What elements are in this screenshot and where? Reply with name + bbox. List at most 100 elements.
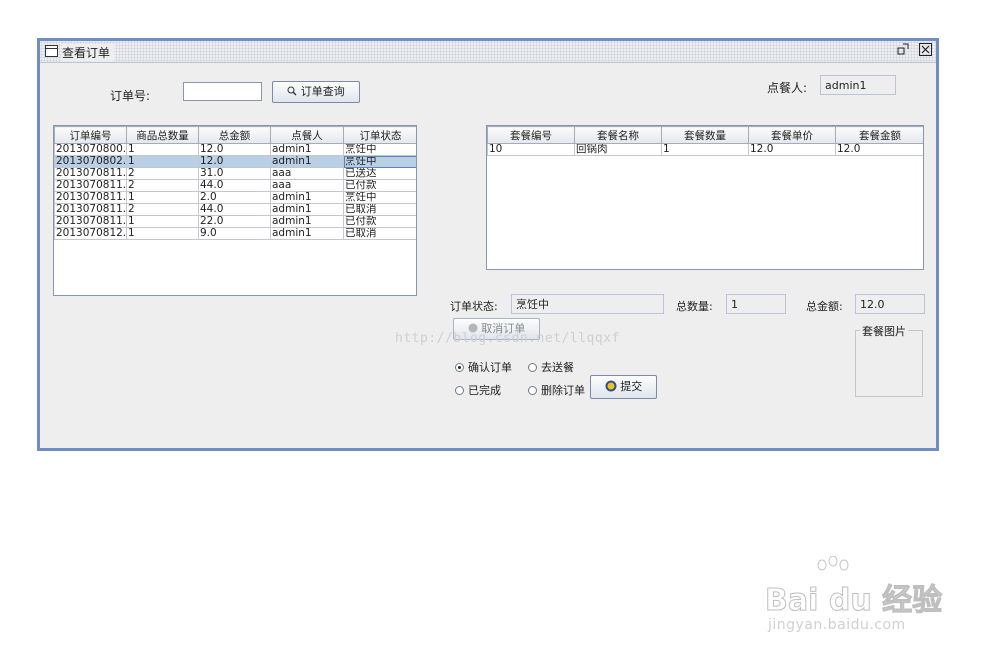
packages-table-container[interactable]: 套餐编号 套餐名称 套餐数量 套餐单价 套餐金额 10 回锅肉 1 12.0 12.0	[486, 125, 924, 270]
completed-radio[interactable]: 已完成	[455, 382, 501, 398]
order-window: 查看订单 订单号: 订单查询 点餐人: admin1 订单编号 商品总数量 总金…	[37, 38, 939, 451]
close-button[interactable]	[918, 43, 932, 57]
orders-table-container[interactable]: 订单编号 商品总数量 总金额 点餐人 订单状态 2013070800... 1 12…	[53, 125, 417, 296]
table-cell: 10	[487, 143, 575, 156]
column-header[interactable]: 套餐名称	[574, 126, 662, 144]
column-header[interactable]: 套餐数量	[661, 126, 749, 144]
package-image-group	[855, 330, 923, 397]
radio-icon	[528, 385, 537, 395]
radio-selected-icon	[455, 362, 464, 372]
table-row-selected[interactable]: 2013070802... 1 12.0 admin1 烹饪中	[54, 155, 416, 168]
column-header[interactable]: 总金额	[198, 126, 271, 144]
table-cell: 12.0	[198, 143, 271, 156]
table-cell: admin1	[270, 203, 344, 216]
table-cell: 2013070811...	[54, 179, 127, 192]
table-cell: 烹饪中	[343, 143, 416, 156]
column-header[interactable]: 商品总数量	[126, 126, 199, 144]
table-cell: 烹饪中	[343, 155, 416, 168]
table-row[interactable]: 2013070811... 2 44.0 aaa 已付款	[54, 179, 416, 192]
table-cell: 12.0	[748, 143, 836, 156]
table-cell: admin1	[270, 155, 344, 168]
table-cell: 12.0	[835, 143, 923, 156]
table-cell: admin1	[270, 143, 344, 156]
column-header[interactable]: 点餐人	[270, 126, 344, 144]
order-status-field: 烹饪中	[511, 294, 664, 314]
table-row[interactable]: 10 回锅肉 1 12.0 12.0	[487, 143, 923, 156]
baidu-site-text: jingyan.baidu.com	[768, 617, 906, 633]
watermark-text: http://blog.csdn.net/llqqxf	[395, 331, 620, 346]
delete-order-label: 删除订单	[541, 384, 585, 397]
table-cell: admin1	[270, 191, 344, 204]
table-row[interactable]: 2013070811... 1 2.0 admin1 烹饪中	[54, 191, 416, 204]
order-search-button[interactable]: 订单查询	[272, 81, 360, 103]
table-cell: 2	[126, 167, 199, 180]
table-cell: 已取消	[343, 203, 416, 216]
packages-table: 套餐编号 套餐名称 套餐数量 套餐单价 套餐金额 10 回锅肉 1 12.0 12.0	[487, 126, 923, 156]
table-cell: 1	[126, 227, 199, 240]
column-header[interactable]: 订单状态	[343, 126, 416, 144]
delete-order-radio[interactable]: 删除订单	[528, 382, 585, 398]
table-cell: admin1	[270, 227, 344, 240]
title-bar[interactable]: 查看订单	[40, 41, 936, 63]
table-cell: 2	[126, 179, 199, 192]
table-cell: 2.0	[198, 191, 271, 204]
package-image-label: 套餐图片	[860, 323, 908, 339]
completed-label: 已完成	[468, 384, 501, 397]
table-cell: 回锅肉	[574, 143, 662, 156]
table-cell: 44.0	[198, 203, 271, 216]
diner-field: admin1	[820, 75, 896, 95]
table-cell: 1	[661, 143, 749, 156]
total-amount-field: 12.0	[855, 294, 925, 314]
table-cell: 9.0	[198, 227, 271, 240]
table-row[interactable]: 2013070811... 1 22.0 admin1 已付款	[54, 215, 416, 228]
order-status-label: 订单状态:	[450, 300, 498, 313]
total-count-label: 总数量:	[676, 300, 713, 313]
column-header[interactable]: 套餐单价	[748, 126, 836, 144]
table-cell: 已付款	[343, 215, 416, 228]
table-cell: admin1	[270, 215, 344, 228]
table-cell: 2013070811...	[54, 203, 127, 216]
table-row[interactable]: 2013070811... 2 44.0 admin1 已取消	[54, 203, 416, 216]
table-cell: 31.0	[198, 167, 271, 180]
table-cell: 2	[126, 203, 199, 216]
order-search-label: 订单查询	[300, 85, 345, 98]
table-cell: 2013070812...	[54, 227, 127, 240]
column-header[interactable]: 套餐金额	[835, 126, 923, 144]
baidu-logo: Bai du 经验	[764, 583, 943, 619]
table-cell: aaa	[270, 167, 344, 180]
deliver-label: 去送餐	[541, 361, 574, 374]
packages-header-row: 套餐编号 套餐名称 套餐数量 套餐单价 套餐金额	[487, 126, 923, 144]
confirm-order-label: 确认订单	[468, 361, 512, 374]
table-cell: 22.0	[198, 215, 271, 228]
submit-icon	[605, 380, 617, 392]
confirm-order-radio[interactable]: 确认订单	[455, 359, 512, 375]
table-cell: 1	[126, 191, 199, 204]
column-header[interactable]: 套餐编号	[487, 126, 575, 144]
orders-header-row: 订单编号 商品总数量 总金额 点餐人 订单状态	[54, 126, 416, 144]
column-header[interactable]: 订单编号	[54, 126, 127, 144]
window-icon	[45, 45, 58, 57]
table-row[interactable]: 2013070811... 2 31.0 aaa 已送达	[54, 167, 416, 180]
restore-button[interactable]	[896, 43, 910, 57]
table-cell: 已取消	[343, 227, 416, 240]
close-icon	[918, 43, 932, 56]
total-amount-label: 总金额:	[806, 300, 843, 313]
orders-table: 订单编号 商品总数量 总金额 点餐人 订单状态 2013070800... 1 12…	[54, 126, 416, 240]
diner-label: 点餐人:	[767, 81, 808, 95]
table-cell: 2013070802...	[54, 155, 127, 168]
submit-button[interactable]: 提交	[590, 375, 657, 399]
submit-label: 提交	[620, 380, 643, 393]
table-cell: 已送达	[343, 167, 416, 180]
table-cell: 1	[126, 143, 199, 156]
table-cell: 2013070811...	[54, 191, 127, 204]
window-title: 查看订单	[62, 44, 115, 61]
radio-icon	[528, 362, 537, 372]
table-cell: 2013070811...	[54, 215, 127, 228]
table-row[interactable]: 2013070800... 1 12.0 admin1 烹饪中	[54, 143, 416, 156]
deliver-radio[interactable]: 去送餐	[528, 359, 574, 375]
order-number-input[interactable]	[183, 82, 262, 101]
table-cell: 12.0	[198, 155, 271, 168]
table-row[interactable]: 2013070812... 1 9.0 admin1 已取消	[54, 227, 416, 240]
table-cell: 1	[126, 155, 199, 168]
table-cell: 2013070811...	[54, 167, 127, 180]
